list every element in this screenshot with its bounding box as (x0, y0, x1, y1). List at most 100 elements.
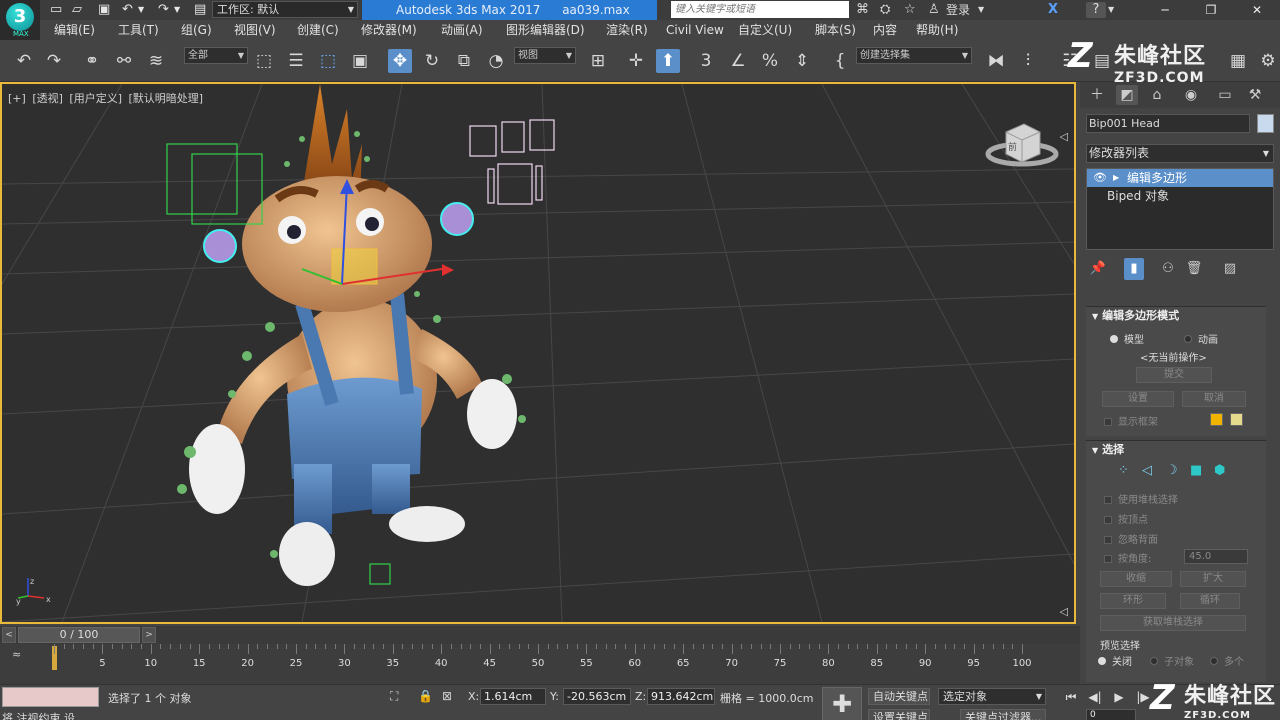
menu-scripting[interactable]: 脚本(S) (815, 20, 856, 40)
login-dropdown-icon[interactable]: ▼ (978, 2, 984, 18)
modify-tab-icon[interactable]: ◩ (1116, 85, 1138, 105)
redo-icon[interactable]: ↷ (42, 49, 66, 73)
rollout-header[interactable]: ▼ 选择 (1086, 441, 1266, 459)
unlink-icon[interactable]: ⚯ (112, 49, 136, 73)
menu-tools[interactable]: 工具(T) (118, 20, 159, 40)
utilities-tab-icon[interactable]: ⚒ (1244, 85, 1266, 105)
time-slider-next-button[interactable]: > (142, 627, 156, 643)
redo-icon[interactable]: ↷ (158, 2, 169, 18)
pivot-center-icon[interactable]: ⊞ (586, 49, 610, 73)
menu-civil-view[interactable]: Civil View (666, 20, 724, 40)
time-slider-prev-button[interactable]: < (2, 627, 16, 643)
eye-icon[interactable]: 👁 (1093, 169, 1107, 187)
binoculars-icon[interactable]: ⌘ (856, 2, 869, 18)
save-icon[interactable]: ▣ (98, 2, 110, 18)
loop-button[interactable]: 循环 (1180, 593, 1240, 609)
viewport-side-arrow-icon[interactable]: ◁ (1060, 605, 1068, 618)
new-file-icon[interactable]: ▭ (50, 2, 62, 18)
menu-edit[interactable]: 编辑(E) (54, 20, 95, 40)
object-name-field[interactable]: Bip001 Head (1086, 114, 1250, 133)
z-coord-field[interactable]: 913.642cm (647, 688, 715, 705)
commit-button[interactable]: 提交 (1136, 367, 1212, 383)
x-coord-field[interactable]: 1.614cm (480, 688, 546, 705)
rollout-header[interactable]: ▼ 编辑多边形模式 (1086, 307, 1266, 325)
current-frame-field[interactable]: 0 (1086, 709, 1136, 720)
hierarchy-tab-icon[interactable]: ⌂ (1146, 85, 1168, 105)
spinner-snap-icon[interactable]: ⇕ (790, 49, 814, 73)
community-icon[interactable]: ⛭ (880, 2, 890, 18)
y-coord-field[interactable]: -20.563cm (563, 688, 631, 705)
user-icon[interactable]: ♙ (928, 2, 940, 18)
align-icon[interactable]: ⫶ (1016, 49, 1040, 73)
undo-icon[interactable]: ↶ (122, 2, 133, 18)
preview-off-radio[interactable]: 关闭 (1098, 653, 1132, 668)
menu-group[interactable]: 组(G) (181, 20, 212, 40)
select-object-icon[interactable]: ⬚ (252, 49, 276, 73)
redo-dropdown-icon[interactable]: ▼ (174, 2, 180, 18)
close-window-button[interactable]: ✕ (1234, 0, 1280, 20)
menu-graph-editors[interactable]: 图形编辑器(D) (506, 20, 585, 40)
preview-subobject-radio[interactable]: 子对象 (1150, 653, 1194, 668)
play-icon[interactable]: ▶ (1110, 688, 1128, 706)
create-tab-icon[interactable]: ＋ (1086, 85, 1108, 105)
selection-filter-dropdown[interactable]: 全部 ▼ (184, 47, 248, 64)
link-icon[interactable]: ⚭ (80, 49, 104, 73)
border-subobject-icon[interactable]: ☽ (1166, 463, 1178, 478)
cage-color-swatch-2[interactable] (1230, 413, 1243, 426)
angle-spinner[interactable]: 45.0 (1184, 549, 1248, 564)
set-key-big-button[interactable]: ✚ (822, 687, 862, 720)
show-end-result-icon[interactable]: ▮ (1124, 258, 1144, 280)
menu-help[interactable]: 帮助(H) (916, 20, 958, 40)
expand-triangle-icon[interactable]: ▶ (1113, 169, 1119, 187)
go-to-start-icon[interactable]: ⏮ (1062, 688, 1080, 706)
minimize-button[interactable]: ─ (1142, 0, 1188, 20)
menu-views[interactable]: 视图(V) (234, 20, 276, 40)
grow-button[interactable]: 扩大 (1180, 571, 1246, 587)
animate-radio[interactable]: 动画 (1184, 331, 1218, 346)
auto-key-button[interactable]: 自动关键点 (868, 688, 930, 705)
model-radio[interactable]: 模型 (1110, 331, 1144, 346)
polygon-subobject-icon[interactable]: ■ (1190, 463, 1202, 478)
open-folder-icon[interactable]: ▱ (72, 2, 82, 18)
project-folder-icon[interactable]: ▤ (194, 2, 206, 18)
by-vertex-checkbox[interactable]: 按顶点 (1104, 511, 1148, 526)
set-key-button[interactable]: 设置关键点 (868, 709, 930, 720)
time-slider[interactable]: < 0 / 100 > (0, 626, 1080, 644)
object-color-swatch[interactable] (1257, 114, 1274, 133)
track-bar[interactable]: ≈ 5 10 15 20 25 30 35 40 45 50 55 60 65 70 75 80 85 90 95 1… (0, 644, 1080, 684)
stack-item-biped-object[interactable]: Biped 对象 (1087, 187, 1273, 205)
select-rotate-icon[interactable]: ↻ (420, 49, 444, 73)
select-scale-icon[interactable]: ⧉ (452, 49, 476, 73)
by-angle-checkbox[interactable]: 按角度: (1104, 550, 1151, 565)
ring-button[interactable]: 环形 (1100, 593, 1166, 609)
bind-space-warp-icon[interactable]: ≋ (144, 49, 168, 73)
preview-multi-radio[interactable]: 多个 (1210, 653, 1244, 668)
shrink-button[interactable]: 收缩 (1100, 571, 1172, 587)
rectangular-selection-icon[interactable]: ⬚ (316, 49, 340, 73)
edge-subobject-icon[interactable]: ◁ (1142, 463, 1152, 478)
menu-create[interactable]: 创建(C) (297, 20, 339, 40)
use-stack-selection-checkbox[interactable]: 使用堆栈选择 (1104, 491, 1178, 506)
previous-frame-icon[interactable]: ◀| (1086, 688, 1104, 706)
time-slider-thumb[interactable]: 0 / 100 (18, 627, 140, 643)
menu-modifiers[interactable]: 修改器(M) (361, 20, 417, 40)
app-logo[interactable]: 3 MAX (0, 0, 40, 40)
vertex-subobject-icon[interactable]: ⁘ (1118, 463, 1129, 478)
absolute-mode-icon[interactable]: ⊠ (442, 689, 452, 703)
settings-button[interactable]: 设置 (1102, 391, 1174, 407)
named-selection-dropdown[interactable]: 创建选择集 ▼ (856, 47, 972, 64)
remove-modifier-icon[interactable]: 🗑 (1184, 258, 1204, 280)
get-stack-selection-button[interactable]: 获取堆栈选择 (1100, 615, 1246, 631)
viewport-shading[interactable]: [默认明暗处理] (129, 92, 204, 105)
maxscript-listener[interactable] (2, 687, 99, 707)
render-setup-icon[interactable]: ⚙ (1256, 49, 1280, 73)
selected-set-dropdown[interactable]: 选定对象 ▼ (938, 688, 1046, 705)
window-crossing-icon[interactable]: ▣ (348, 49, 372, 73)
viewport-user-defined[interactable]: [用户定义] (69, 92, 122, 105)
workspace-dropdown[interactable]: 工作区: 默认 ▼ (212, 1, 358, 18)
key-filters-button[interactable]: 关键点过滤器... (960, 709, 1046, 720)
cancel-button[interactable]: 取消 (1182, 391, 1246, 407)
favorites-icon[interactable]: ☆ (904, 2, 916, 18)
edit-named-selection-icon[interactable]: { (828, 49, 852, 73)
keyword-search-input[interactable]: 键入关键字或短语 (671, 1, 849, 18)
